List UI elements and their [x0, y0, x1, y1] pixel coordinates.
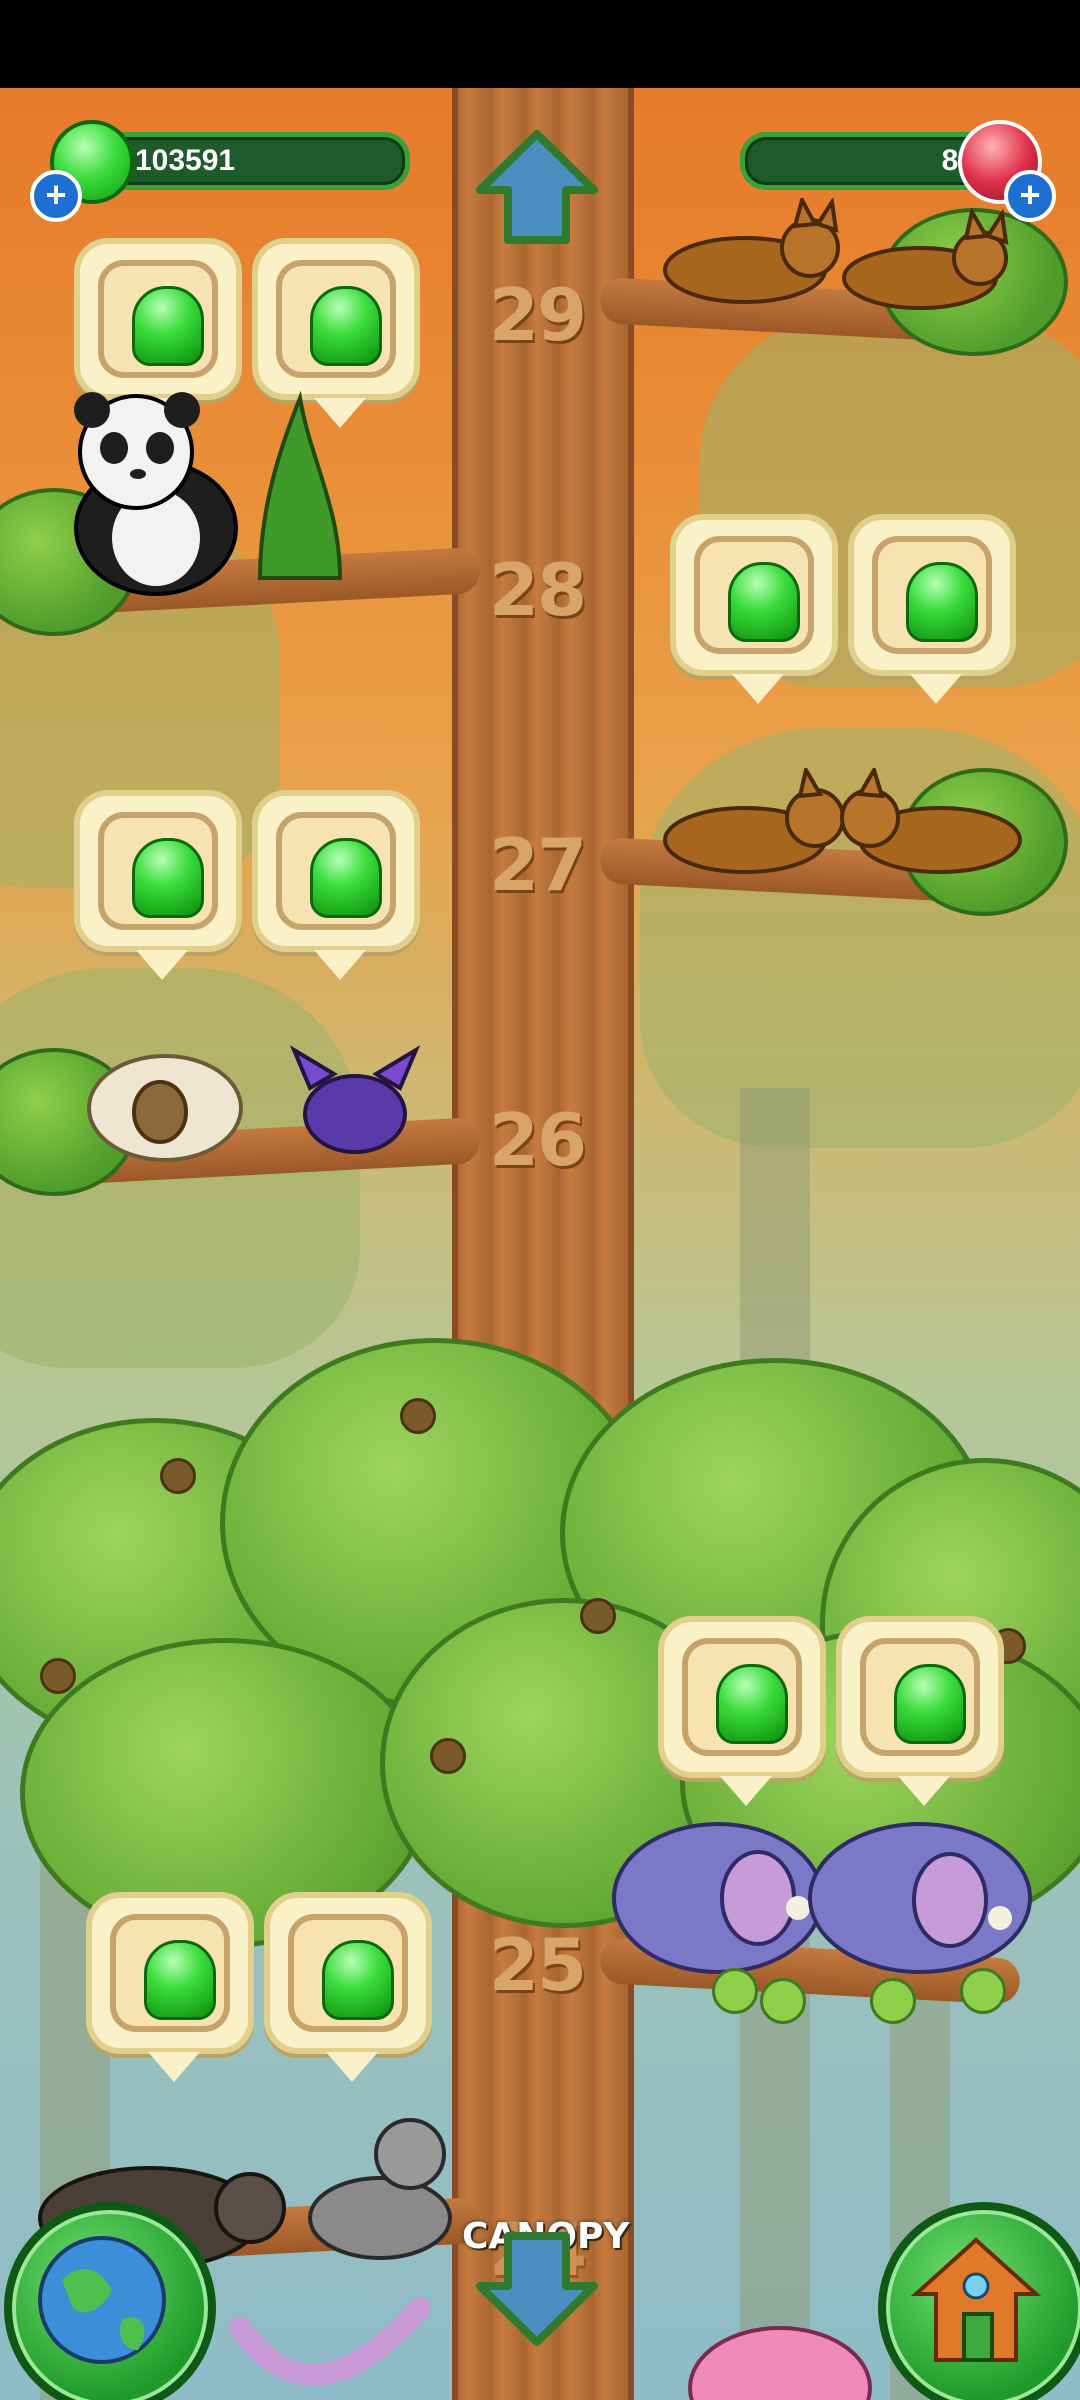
jelly-icon [310, 286, 382, 366]
floor-number: 26 [488, 1098, 587, 1182]
pink-creature-animal[interactable] [680, 2298, 880, 2400]
fox-animal[interactable] [830, 208, 1020, 318]
jelly-icon [132, 286, 204, 366]
panda-animal[interactable] [56, 388, 256, 598]
green-fruit [960, 1968, 1006, 2014]
purple-creature-animal[interactable] [290, 1038, 420, 1158]
jelly-reward-bubble[interactable] [74, 238, 242, 428]
jelly-icon [132, 838, 204, 918]
home-button[interactable] [878, 2202, 1080, 2400]
jelly-icon [322, 1940, 394, 2020]
fox-animal[interactable] [650, 198, 850, 308]
jelly-reward-bubble[interactable] [252, 790, 420, 980]
green-fruit [760, 1978, 806, 2024]
okapi-animal[interactable] [300, 2098, 470, 2268]
jelly-reward-bubble[interactable] [658, 1616, 826, 1806]
jelly-icon [906, 562, 978, 642]
main-tree-trunk [452, 88, 634, 2400]
jelly-icon [728, 562, 800, 642]
down-arrow-icon[interactable] [472, 2228, 602, 2348]
floor-number: 28 [488, 548, 587, 632]
sheep-animal[interactable] [80, 1038, 250, 1168]
fox-animal[interactable] [830, 768, 1030, 878]
floor-number: 27 [488, 823, 587, 907]
add-jelly-button[interactable]: + [30, 170, 82, 222]
floor-number: 29 [488, 273, 587, 357]
house-icon [910, 2237, 1042, 2362]
globe-icon [38, 2236, 166, 2364]
fox-animal[interactable] [650, 768, 850, 878]
jelly-reward-bubble[interactable] [264, 1892, 432, 2082]
elephant-animal[interactable] [800, 1788, 1050, 1978]
tentacle-decoration [230, 2297, 430, 2386]
up-arrow-icon[interactable] [472, 128, 602, 248]
game-scene: 29 28 27 26 25 24 103591 + 80 + [0, 88, 1080, 2400]
jelly-icon [144, 1940, 216, 2020]
green-fruit [870, 1978, 916, 2024]
jelly-reward-bubble[interactable] [252, 238, 420, 428]
floor-number: 25 [488, 1923, 587, 2007]
plant-sprout [257, 390, 343, 580]
jelly-icon [894, 1664, 966, 1744]
jelly-reward-bubble[interactable] [86, 1892, 254, 2082]
map-button[interactable] [4, 2202, 216, 2400]
jelly-reward-bubble[interactable] [74, 790, 242, 980]
jelly-reward-bubble[interactable] [848, 514, 1016, 704]
status-bar [0, 0, 1080, 88]
jelly-reward-bubble[interactable] [836, 1616, 1004, 1806]
jelly-icon [716, 1664, 788, 1744]
jelly-count: 103591 [135, 144, 236, 177]
green-fruit [712, 1968, 758, 2014]
jelly-icon [310, 838, 382, 918]
jelly-reward-bubble[interactable] [670, 514, 838, 704]
